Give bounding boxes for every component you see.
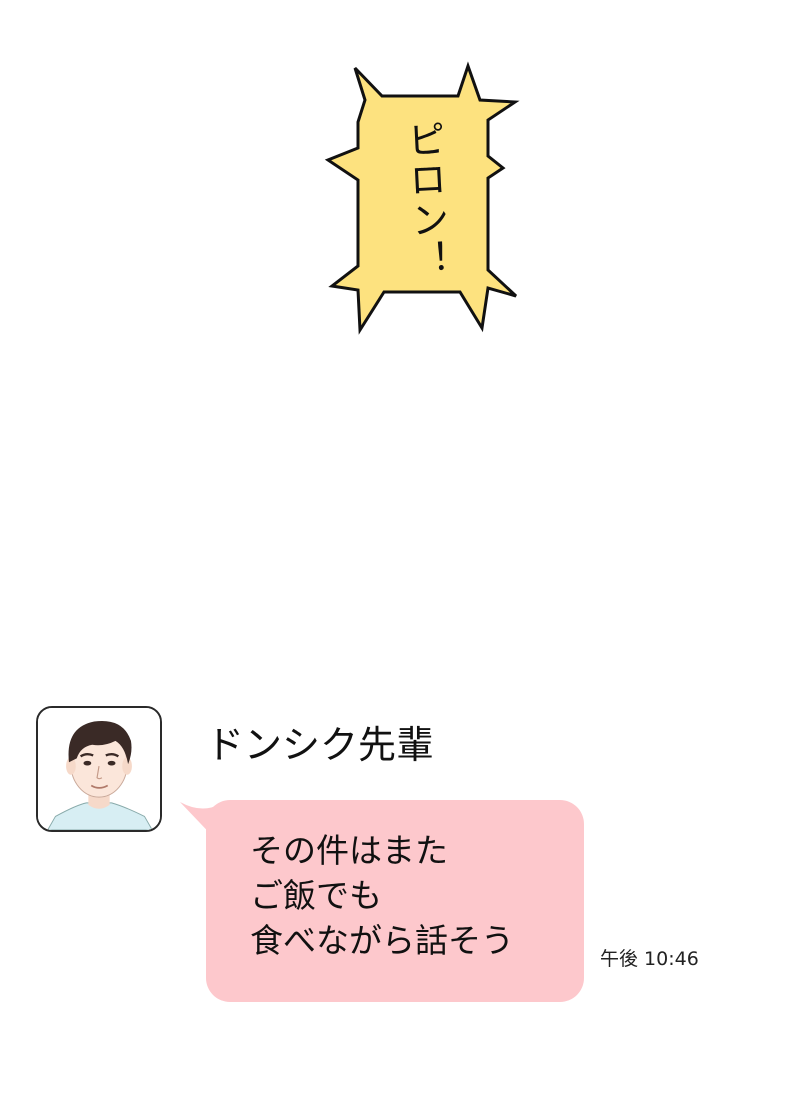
message-line: その件はまた xyxy=(250,831,448,870)
avatar[interactable] xyxy=(36,706,162,832)
message-timestamp: 午後 10:46 xyxy=(600,948,699,970)
message-bubble[interactable]: その件はまた ご飯でも 食べながら話そう xyxy=(206,800,584,1002)
sfx-text: ピロン！ xyxy=(399,118,452,282)
message-line: 食べながら話そう xyxy=(250,921,514,960)
message-line: ご飯でも xyxy=(250,876,382,915)
avatar-man-icon xyxy=(38,708,160,830)
sfx-burst-bubble: ピロン！ xyxy=(320,60,530,340)
sender-name: ドンシク先輩 xyxy=(206,723,435,767)
